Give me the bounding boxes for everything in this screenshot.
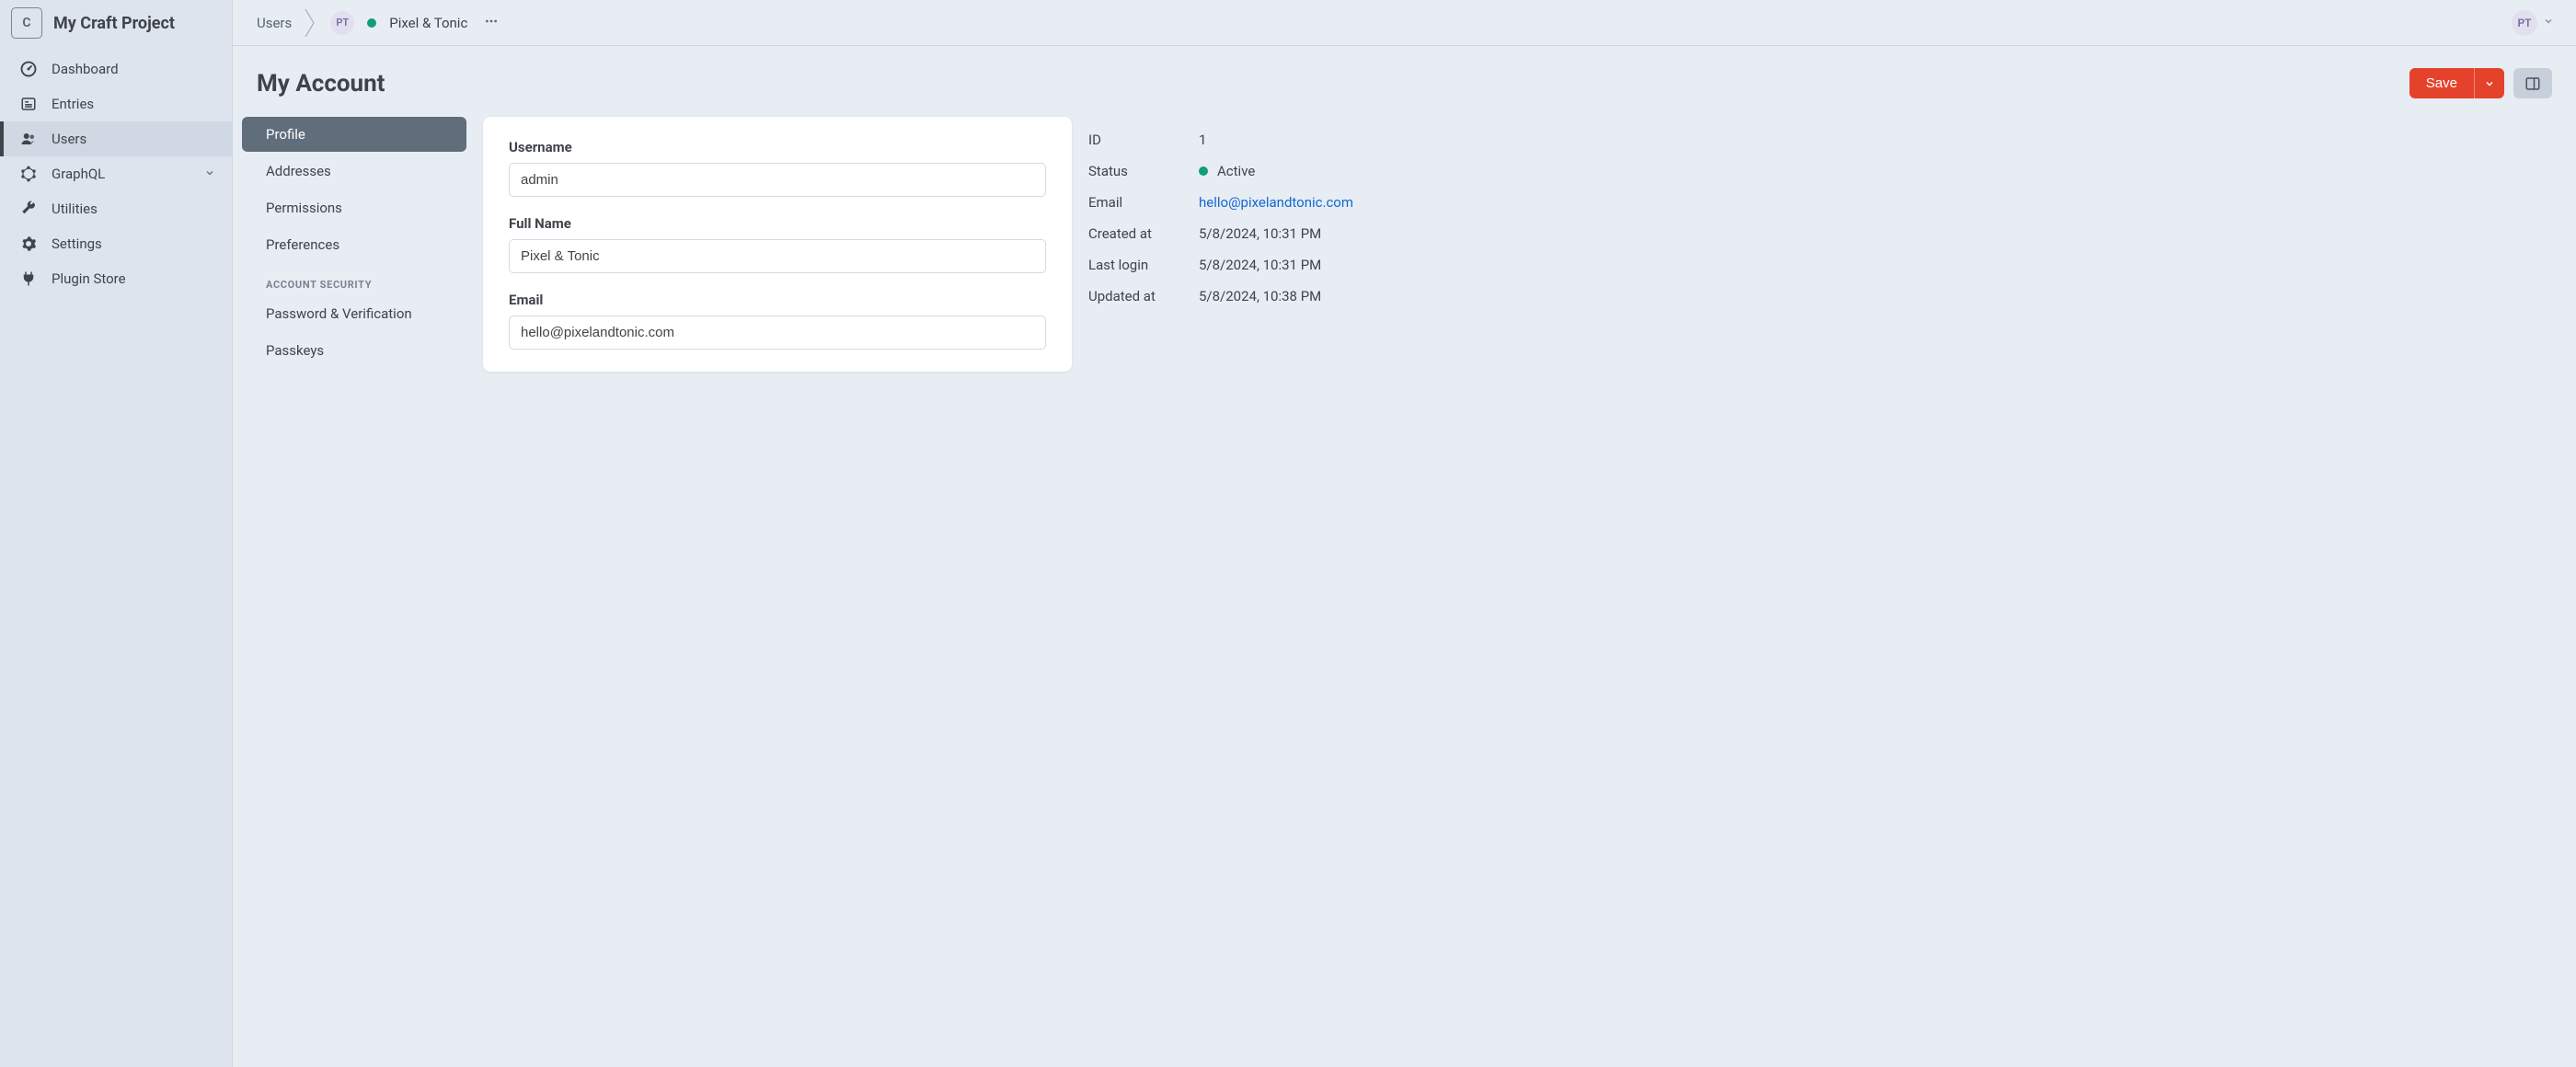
email-input[interactable]: [509, 316, 1046, 350]
topbar: Users PT Pixel & Tonic PT: [233, 0, 2576, 46]
nav-item-settings[interactable]: Settings: [0, 226, 232, 261]
page-header: My Account Save: [233, 46, 2576, 117]
newspaper-icon: [20, 96, 37, 112]
plug-icon: [20, 270, 37, 287]
nav-item-plugin-store[interactable]: Plugin Store: [0, 261, 232, 296]
tab-profile[interactable]: Profile: [242, 117, 466, 152]
meta-updated-label: Updated at: [1088, 288, 1199, 304]
project-title[interactable]: My Craft Project: [53, 14, 175, 33]
breadcrumb-separator-icon: [305, 9, 317, 37]
save-button[interactable]: Save: [2409, 68, 2474, 98]
meta-id-value: 1: [1199, 132, 1206, 148]
gauge-icon: [20, 61, 37, 77]
gear-icon: [20, 235, 37, 252]
profile-form: Username Full Name Email: [483, 117, 1072, 372]
meta-email-label: Email: [1088, 194, 1199, 211]
meta-status-value: Active: [1217, 163, 1255, 179]
email-label: Email: [509, 292, 1046, 308]
meta-lastlogin-label: Last login: [1088, 257, 1199, 273]
tabs: Profile Addresses Permissions Preference…: [242, 117, 466, 370]
nav-label: Entries: [52, 96, 94, 112]
nav-label: Plugin Store: [52, 270, 126, 287]
breadcrumb-avatar: PT: [330, 11, 354, 35]
nav-item-entries[interactable]: Entries: [0, 86, 232, 121]
primary-nav: Dashboard Entries Users GraphQL: [0, 46, 232, 296]
username-label: Username: [509, 139, 1046, 155]
tab-password-verification[interactable]: Password & Verification: [242, 296, 466, 331]
save-more-button[interactable]: [2474, 68, 2504, 98]
tab-permissions[interactable]: Permissions: [242, 190, 466, 225]
sidebar-header: C My Craft Project: [0, 0, 232, 46]
meta-lastlogin-value: 5/8/2024, 10:31 PM: [1199, 257, 1321, 273]
nav-item-graphql[interactable]: GraphQL: [0, 156, 232, 191]
fullname-input[interactable]: [509, 239, 1046, 273]
nav-item-users[interactable]: Users: [0, 121, 232, 156]
meta-created-label: Created at: [1088, 225, 1199, 242]
status-dot-icon: [1199, 166, 1208, 176]
chevron-down-icon: [204, 166, 215, 182]
wrench-icon: [20, 201, 37, 217]
breadcrumb-name: Pixel & Tonic: [389, 15, 467, 31]
nav-label: Settings: [52, 235, 102, 252]
toggle-details-button[interactable]: [2513, 68, 2552, 98]
nav-label: Utilities: [52, 201, 98, 217]
sidebar: C My Craft Project Dashboard Entries U: [0, 0, 233, 1067]
users-icon: [20, 131, 37, 147]
graphql-icon: [20, 166, 37, 182]
tabs-security-heading: ACCOUNT SECURITY: [242, 264, 466, 296]
details-panel: ID 1 Status Active Email hello@pixelandt…: [1088, 117, 1420, 312]
breadcrumb-root[interactable]: Users: [257, 15, 292, 31]
logo[interactable]: C: [11, 7, 42, 39]
nav-item-utilities[interactable]: Utilities: [0, 191, 232, 226]
tab-passkeys[interactable]: Passkeys: [242, 333, 466, 368]
meta-status-label: Status: [1088, 163, 1199, 179]
nav-item-dashboard[interactable]: Dashboard: [0, 52, 232, 86]
status-dot-icon: [367, 18, 376, 28]
tab-addresses[interactable]: Addresses: [242, 154, 466, 189]
save-button-group: Save: [2409, 68, 2504, 98]
nav-label: Users: [52, 131, 86, 147]
meta-id-label: ID: [1088, 132, 1199, 148]
nav-label: GraphQL: [52, 166, 105, 182]
fullname-label: Full Name: [509, 215, 1046, 232]
tab-preferences[interactable]: Preferences: [242, 227, 466, 262]
meta-created-value: 5/8/2024, 10:31 PM: [1199, 225, 1321, 242]
nav-label: Dashboard: [52, 61, 119, 77]
breadcrumb-actions-button[interactable]: [480, 10, 502, 36]
chevron-down-icon[interactable]: [2543, 16, 2554, 30]
user-menu-avatar[interactable]: PT: [2512, 10, 2537, 36]
meta-updated-value: 5/8/2024, 10:38 PM: [1199, 288, 1321, 304]
page-title: My Account: [257, 70, 385, 98]
username-input[interactable]: [509, 163, 1046, 197]
meta-email-link[interactable]: hello@pixelandtonic.com: [1199, 194, 1353, 211]
